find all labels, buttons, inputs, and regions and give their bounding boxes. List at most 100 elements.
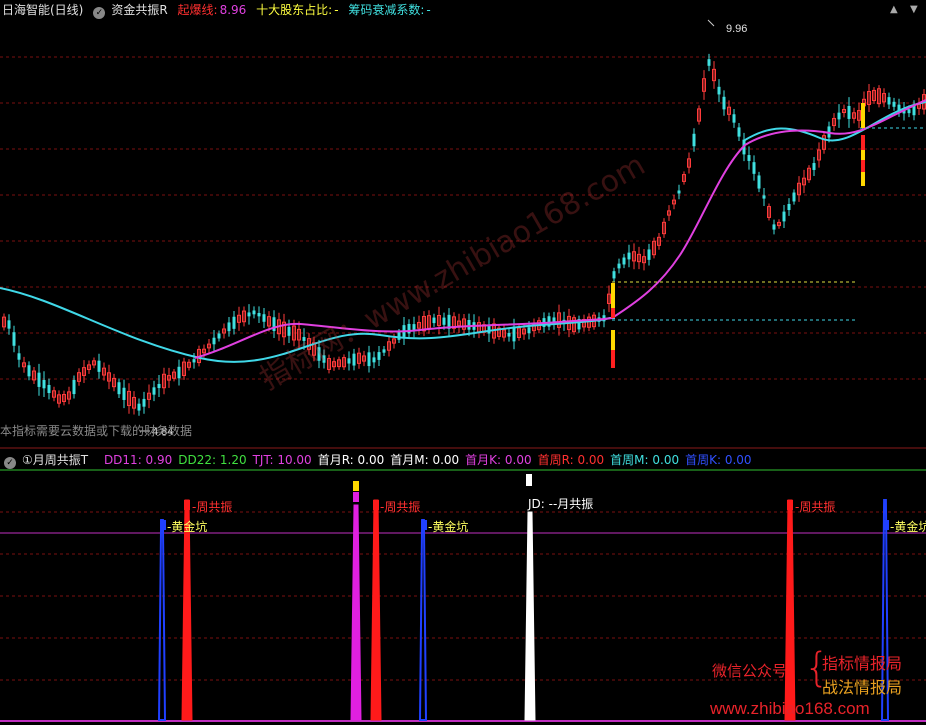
candle-body <box>837 112 841 120</box>
scroll-down-icon[interactable]: ▼ <box>910 4 918 15</box>
candle-body <box>352 353 356 366</box>
candle-body <box>217 333 221 339</box>
param-item: DD22: 1.20 <box>178 453 247 467</box>
candle-body <box>12 332 16 346</box>
golden-pit-spike <box>157 519 167 721</box>
candle-body <box>347 358 351 364</box>
param-item: 首月R: 0.00 <box>317 453 385 467</box>
sub-indicator-name[interactable]: ①月周共振T <box>22 453 94 467</box>
qibao-label: 起爆线: <box>177 3 218 17</box>
candle-body <box>247 312 251 317</box>
candle-body <box>507 332 511 337</box>
spike-head <box>883 520 889 530</box>
week-resonance-label: -周共振 <box>192 500 232 514</box>
qibao-value: 8.96 <box>219 3 247 17</box>
notice-text: 本指标需要云数据或下载的财务数据 <box>0 424 193 438</box>
candle-body <box>262 314 266 322</box>
candle-body <box>72 379 76 395</box>
candle-body <box>627 252 631 260</box>
spike-head <box>373 500 379 510</box>
candle-body <box>762 195 766 199</box>
candle-body <box>512 326 516 342</box>
week-resonance-label: -周共振 <box>795 500 835 514</box>
candle-body <box>42 379 46 389</box>
candle-body <box>367 352 371 367</box>
param-item: 首周R: 0.00 <box>537 453 605 467</box>
candle-body <box>692 133 696 147</box>
price-chart[interactable]: 9.964.84-黄金坑-周共振 -周共振-黄金坑JD: --月共振 -周共振-黄金… <box>0 0 926 725</box>
brand-url: www.zhibiao168.com <box>710 699 870 718</box>
candle-body <box>892 101 896 107</box>
candle-body <box>467 320 471 330</box>
param-list: DD11: 0.90 DD22: 1.20 TJT: 10.00 首月R: 0.00 首… <box>104 453 758 467</box>
shareholder-value: - <box>334 3 339 17</box>
candle-body <box>272 317 276 332</box>
candle-body <box>732 114 736 123</box>
candle-body <box>612 271 616 279</box>
indicator-name[interactable]: 资金共振R <box>111 3 167 17</box>
candle-body <box>907 109 911 114</box>
candle-body <box>887 97 891 105</box>
candle-body <box>117 382 121 395</box>
signal-marker <box>861 135 865 150</box>
candle-body <box>377 352 381 360</box>
signal-marker <box>861 172 865 186</box>
candle-body <box>227 322 231 332</box>
candle-body <box>782 211 786 222</box>
sub-indicator-header: ✓ ①月周共振T DD11: 0.90 DD22: 1.20 TJT: 10.00 首月… <box>0 450 926 470</box>
candle-body <box>287 326 291 336</box>
app-title: 日海智能(日线) <box>2 3 84 17</box>
candle-body <box>257 312 261 317</box>
scroll-up-icon[interactable]: ▲ <box>890 4 898 15</box>
signal-marker <box>861 160 865 172</box>
signal-marker <box>861 103 865 128</box>
param-item: 首月K: 0.00 <box>465 453 532 467</box>
golden-pit-label: -黄金坑 <box>167 519 207 534</box>
golden-pit-label: -黄金坑 <box>428 519 468 534</box>
indicator-header: 日海智能(日线) ✓ 资金共振R 起爆线: 8.96 十大股东占比: - 筹码衰减系数:… <box>0 0 926 20</box>
settings-icon[interactable]: ✓ <box>93 7 106 19</box>
spike-head <box>160 520 166 530</box>
candle-body <box>232 316 236 329</box>
settings-icon[interactable]: ✓ <box>4 457 16 469</box>
candle-body <box>677 190 681 194</box>
candle-body <box>617 263 621 269</box>
candle-body <box>792 192 796 202</box>
golden-pit-spike <box>418 519 428 721</box>
signal-marker <box>611 330 615 350</box>
candle-body <box>212 337 216 345</box>
candle-body <box>527 327 531 334</box>
candle-body <box>707 59 711 66</box>
candle-body <box>757 175 761 189</box>
candle-body <box>122 387 126 400</box>
chip-value: - <box>426 3 431 17</box>
candle-body <box>17 353 21 360</box>
month-k-spike <box>350 504 362 721</box>
candle-body <box>37 372 41 387</box>
candle-body <box>787 203 791 211</box>
brand-line1: 指标情报局 <box>822 654 903 673</box>
sub-title: 月周共振T <box>32 453 89 467</box>
candle-body <box>47 384 51 394</box>
signal-marker <box>611 283 615 308</box>
month-resonance-label: JD: --月共振 <box>527 497 593 511</box>
week-resonance-label: -周共振 <box>380 500 420 514</box>
candle-body <box>847 105 851 119</box>
candle-body <box>647 249 651 260</box>
golden-pit-label: -黄金坑 <box>890 519 926 534</box>
candle-body <box>7 320 11 329</box>
param-item: 首周K: 0.00 <box>685 453 752 467</box>
candle-body <box>97 360 101 372</box>
param-item: TJT: 10.00 <box>252 453 312 467</box>
candle-body <box>152 387 156 395</box>
param-item: DD11: 0.90 <box>103 453 173 467</box>
candle-body <box>372 357 376 363</box>
candle-body <box>192 359 196 363</box>
shareholder-label: 十大股东占比: <box>256 3 333 17</box>
candle-body <box>752 162 756 174</box>
signal-marker <box>611 350 615 368</box>
candle-body <box>722 96 726 110</box>
candle-body <box>157 383 161 389</box>
signal-marker <box>861 150 865 160</box>
candle-body <box>382 349 386 353</box>
